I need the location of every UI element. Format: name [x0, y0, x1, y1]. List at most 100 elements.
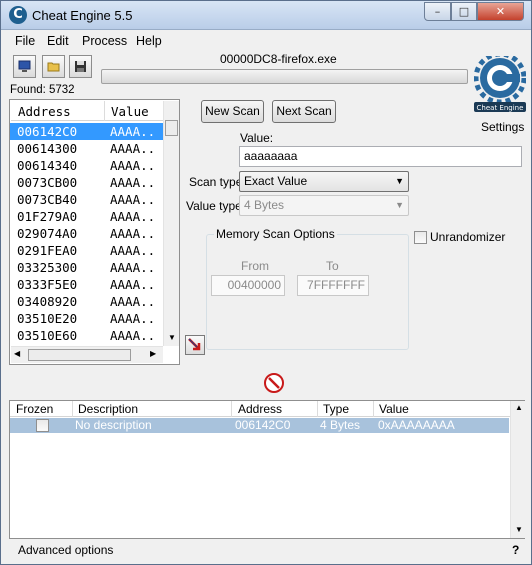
to-label: To: [326, 259, 339, 273]
result-value: AAAA..: [110, 260, 156, 275]
cancel-scan-button[interactable]: [264, 373, 284, 393]
horizontal-scroll-thumb[interactable]: [28, 349, 131, 361]
cheat-table-list[interactable]: Frozen Description Address Type Value No…: [9, 400, 525, 539]
result-value: AAAA..: [110, 226, 156, 241]
gear-logo-icon: Cheat Engine: [473, 51, 527, 112]
list-item[interactable]: 03408920 AAAA..: [10, 293, 163, 310]
list-item[interactable]: 03510E20 AAAA..: [10, 310, 163, 327]
help-button[interactable]: ?: [512, 543, 519, 557]
frozen-checkbox[interactable]: [36, 419, 49, 432]
result-value: AAAA..: [110, 192, 156, 207]
menu-bar: File Edit Process Help: [1, 31, 531, 51]
list-item[interactable]: 00614340 AAAA..: [10, 157, 163, 174]
row-value: 0xAAAAAAAA: [378, 418, 455, 432]
found-addresses-list[interactable]: Address Value 006142C0 AAAA.. 00614300 AAAA…: [9, 99, 180, 365]
result-value: AAAA..: [110, 158, 156, 173]
result-address: 00614300: [17, 141, 78, 156]
result-value: AAAA..: [110, 141, 156, 156]
result-value: AAAA..: [110, 328, 156, 343]
scroll-up-arrow-icon[interactable]: ▲: [515, 403, 523, 412]
next-scan-button[interactable]: Next Scan: [272, 100, 336, 123]
computer-icon: [18, 60, 31, 72]
unrandomizer-label[interactable]: Unrandomizer: [430, 230, 505, 244]
column-description[interactable]: Description: [78, 402, 138, 416]
results-horizontal-scrollbar[interactable]: ◀ ▶: [11, 346, 163, 363]
result-address: 03510E20: [17, 311, 78, 326]
scroll-down-arrow-icon[interactable]: ▼: [168, 333, 176, 342]
scroll-left-arrow-icon[interactable]: ◀: [14, 349, 20, 358]
menu-file[interactable]: File: [15, 34, 35, 48]
result-value: AAAA..: [110, 175, 156, 190]
results-header: Address Value: [11, 101, 163, 121]
result-address: 03510E60: [17, 328, 78, 343]
column-value[interactable]: Value: [111, 104, 149, 119]
add-to-address-list-button[interactable]: [185, 335, 205, 355]
value-type-select[interactable]: 4 Bytes ▼: [239, 195, 409, 216]
scroll-thumb[interactable]: [165, 120, 178, 136]
scroll-right-arrow-icon[interactable]: ▶: [150, 349, 156, 358]
unrandomizer-checkbox[interactable]: [414, 231, 427, 244]
menu-help[interactable]: Help: [136, 34, 162, 48]
result-address: 029074A0: [17, 226, 78, 241]
from-address-input[interactable]: 00400000: [211, 275, 285, 296]
chevron-down-icon: ▼: [395, 176, 404, 186]
list-item[interactable]: 03325300 AAAA..: [10, 259, 163, 276]
list-item[interactable]: 0073CB00 AAAA..: [10, 174, 163, 191]
result-address: 0333F5E0: [17, 277, 78, 292]
value-label: Value:: [240, 131, 274, 145]
column-frozen[interactable]: Frozen: [16, 402, 53, 416]
process-name: 00000DC8-firefox.exe: [220, 52, 337, 66]
list-item[interactable]: 01F279A0 AAAA..: [10, 208, 163, 225]
column-value[interactable]: Value: [379, 402, 409, 416]
to-address-input[interactable]: 7FFFFFFF: [297, 275, 369, 296]
save-button[interactable]: [69, 55, 92, 78]
result-value: AAAA..: [110, 311, 156, 326]
chevron-down-icon: ▼: [395, 200, 404, 210]
advanced-options-link[interactable]: Advanced options: [18, 543, 113, 557]
new-scan-button[interactable]: New Scan: [201, 100, 264, 123]
scan-type-label: Scan type: [189, 175, 243, 189]
floppy-disk-icon: [75, 61, 86, 72]
close-button[interactable]: ✕: [477, 2, 524, 21]
list-item[interactable]: 029074A0 AAAA..: [10, 225, 163, 242]
table-row[interactable]: No description 006142C0 4 Bytes 0xAAAAAA…: [10, 418, 509, 433]
result-value: AAAA..: [110, 243, 156, 258]
maximize-button[interactable]: □: [451, 2, 477, 21]
scroll-down-arrow-icon[interactable]: ▼: [515, 525, 523, 534]
folder-open-icon: [47, 62, 60, 72]
column-address[interactable]: Address: [238, 402, 282, 416]
menu-edit[interactable]: Edit: [47, 34, 69, 48]
list-item[interactable]: 0291FEA0 AAAA..: [10, 242, 163, 259]
list-item[interactable]: 03510E60 AAAA..: [10, 327, 163, 344]
scan-value-input[interactable]: aaaaaaaa: [239, 146, 522, 167]
title-bar: C Cheat Engine 5.5 – □ ✕: [1, 1, 531, 30]
column-address[interactable]: Address: [18, 104, 71, 119]
row-description: No description: [75, 418, 152, 432]
window-title: Cheat Engine 5.5: [32, 8, 133, 23]
cheat-table-header: Frozen Description Address Type Value: [10, 401, 510, 417]
settings-label[interactable]: Settings: [481, 120, 524, 134]
open-process-button[interactable]: [13, 55, 36, 78]
scan-type-select[interactable]: Exact Value ▼: [239, 171, 409, 192]
result-address: 00614340: [17, 158, 78, 173]
list-item[interactable]: 0333F5E0 AAAA..: [10, 276, 163, 293]
minimize-button[interactable]: –: [424, 2, 451, 21]
open-file-button[interactable]: [42, 55, 65, 78]
from-label: From: [241, 259, 269, 273]
cheat-engine-logo[interactable]: Cheat Engine: [473, 51, 527, 118]
result-address: 0291FEA0: [17, 243, 78, 258]
result-address: 0073CB40: [17, 192, 78, 207]
found-count: Found: 5732: [10, 84, 75, 96]
list-item[interactable]: 006142C0 AAAA..: [10, 123, 163, 140]
result-address: 0073CB00: [17, 175, 78, 190]
row-address: 006142C0: [235, 418, 291, 432]
list-item[interactable]: 0073CB40 AAAA..: [10, 191, 163, 208]
results-vertical-scrollbar[interactable]: ▼: [163, 101, 179, 346]
list-item[interactable]: 00614300 AAAA..: [10, 140, 163, 157]
cheat-table-vertical-scrollbar[interactable]: ▲ ▼: [510, 401, 525, 538]
result-address: 01F279A0: [17, 209, 78, 224]
no-entry-icon: [268, 377, 280, 389]
menu-process[interactable]: Process: [82, 34, 127, 48]
column-type[interactable]: Type: [323, 402, 349, 416]
result-address: 03408920: [17, 294, 78, 309]
